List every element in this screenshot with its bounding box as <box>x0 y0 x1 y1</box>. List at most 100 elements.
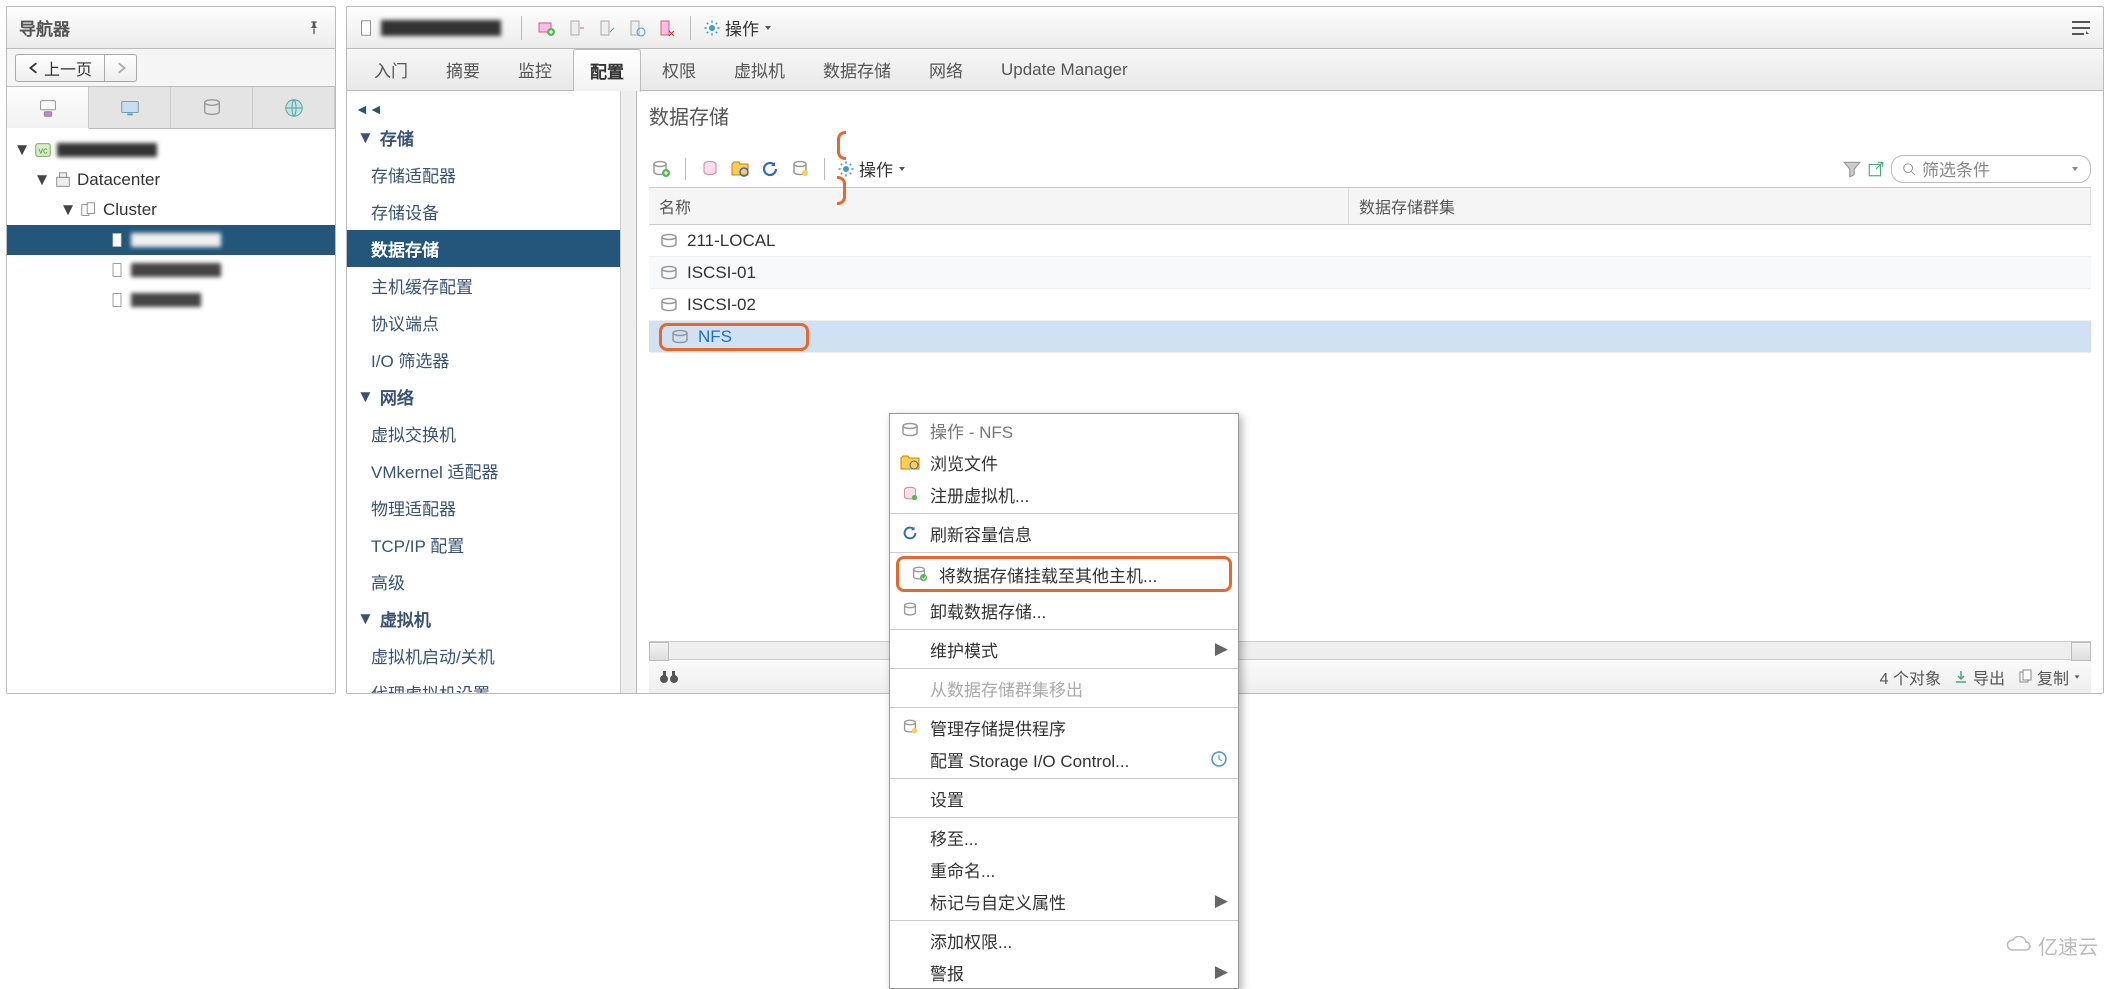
unmount-icon <box>900 600 920 620</box>
vms-templates-tab[interactable] <box>89 87 171 128</box>
shutdown-host-icon[interactable] <box>594 16 618 40</box>
ctx-storage-io-control[interactable]: 配置 Storage I/O Control... <box>890 743 1238 775</box>
ctx-tags[interactable]: 标记与自定义属性▶ <box>890 885 1238 917</box>
tree-host-label <box>131 293 201 307</box>
table-row-nfs[interactable]: NFS <box>649 321 2091 353</box>
storage-tab[interactable] <box>171 87 253 128</box>
nfs-highlight: NFS <box>659 323 809 351</box>
tree-host-2[interactable] <box>7 285 335 315</box>
expand-icon[interactable]: ▼ <box>15 143 29 157</box>
tree-cluster[interactable]: ▼ Cluster <box>7 195 335 225</box>
table-row[interactable]: ISCSI-01 <box>649 257 2091 289</box>
expand-icon[interactable]: ▼ <box>35 173 49 187</box>
ctx-browse-files[interactable]: 浏览文件 <box>890 446 1238 478</box>
table-row[interactable]: 211-LOCAL <box>649 225 2091 257</box>
ctx-maintenance-mode[interactable]: 维护模式 ▶ <box>890 633 1238 665</box>
sidebar-cat-networking[interactable]: ▼ 网络 <box>347 378 636 415</box>
tab-monitor[interactable]: 监控 <box>501 48 569 91</box>
ctx-mount-datastore[interactable]: 将数据存储挂载至其他主机... <box>899 559 1229 589</box>
sidebar-item-storage-adapters[interactable]: 存储适配器 <box>347 156 636 193</box>
datastore-actions-button[interactable]: 操作 <box>837 156 907 181</box>
ctx-rename[interactable]: 重命名... <box>890 853 1238 885</box>
ctx-add-permission[interactable]: 添加权限... <box>890 924 1238 956</box>
filter-input[interactable]: 筛选条件 <box>1891 155 2091 183</box>
new-datastore-icon[interactable] <box>649 157 673 181</box>
browse-datastore-icon[interactable] <box>728 157 752 181</box>
separator <box>890 513 1238 514</box>
table-row[interactable]: ISCSI-02 <box>649 289 2091 321</box>
sidebar-cat-storage[interactable]: ▼ 存储 <box>347 119 636 156</box>
sidebar-item-datastores[interactable]: 数据存储 <box>347 230 636 267</box>
export-icon[interactable] <box>1867 160 1885 178</box>
reboot-host-icon[interactable] <box>624 16 648 40</box>
tree-host-0[interactable] <box>7 225 335 255</box>
sidebar-item-virtual-switches[interactable]: 虚拟交换机 <box>347 415 636 452</box>
pin-icon[interactable] <box>305 19 323 37</box>
sidebar-item-tcpip[interactable]: TCP/IP 配置 <box>347 526 636 563</box>
export-button[interactable]: 导出 <box>1953 665 2005 689</box>
tree-datacenter[interactable]: ▼ Datacenter <box>7 165 335 195</box>
sidebar-item-io-filters[interactable]: I/O 筛选器 <box>347 341 636 378</box>
sidebar-nav-arrows[interactable]: ◄◄ <box>347 99 636 119</box>
cluster-icon <box>79 201 99 219</box>
sidebar-item-vmkernel-adapters[interactable]: VMkernel 适配器 <box>347 452 636 489</box>
sidebar-item-advanced[interactable]: 高级 <box>347 563 636 600</box>
tab-configure[interactable]: 配置 <box>573 49 641 92</box>
column-name[interactable]: 名称 <box>649 188 1349 224</box>
actions-label: 操作 <box>725 15 759 40</box>
manage-storage-icon[interactable] <box>788 157 812 181</box>
ctx-register-vm[interactable]: 注册虚拟机... <box>890 478 1238 510</box>
tab-summary[interactable]: 摘要 <box>429 48 497 91</box>
ctx-move-to[interactable]: 移至... <box>890 821 1238 853</box>
networking-tab[interactable] <box>253 87 335 128</box>
filter-icon[interactable] <box>1843 160 1861 178</box>
connect-host-icon[interactable] <box>564 16 588 40</box>
horizontal-scrollbar[interactable] <box>649 641 2091 659</box>
forward-button[interactable] <box>105 54 137 82</box>
host-icon <box>107 231 127 249</box>
expand-icon[interactable]: ▼ <box>61 203 75 217</box>
ctx-refresh-capacity[interactable]: 刷新容量信息 <box>890 517 1238 549</box>
ctx-settings[interactable]: 设置 <box>890 782 1238 814</box>
tab-permissions[interactable]: 权限 <box>645 48 713 91</box>
tab-networks[interactable]: 网络 <box>912 48 980 91</box>
copy-button[interactable]: 复制 <box>2017 665 2081 689</box>
column-cluster[interactable]: 数据存储群集 <box>1349 188 2091 224</box>
sidebar-item-agent-vm[interactable]: 代理虚拟机设置 <box>347 674 636 693</box>
ctx-remove-from-cluster: 从数据存储群集移出 <box>890 672 1238 704</box>
tab-update-manager[interactable]: Update Manager <box>984 51 1145 89</box>
hosts-clusters-tab[interactable] <box>7 87 89 129</box>
datastore-icon <box>659 233 679 249</box>
tab-getting-started[interactable]: 入门 <box>357 48 425 91</box>
sidebar-item-physical-adapters[interactable]: 物理适配器 <box>347 489 636 526</box>
refresh-icon[interactable] <box>758 157 782 181</box>
navigator-title: 导航器 <box>19 15 70 40</box>
tree-vcenter[interactable]: ▼ vc <box>7 135 335 165</box>
sidebar-item-storage-devices[interactable]: 存储设备 <box>347 193 636 230</box>
ctx-manage-storage-provider[interactable]: 管理存储提供程序 <box>890 711 1238 743</box>
tab-datastores[interactable]: 数据存储 <box>806 48 908 91</box>
ctx-unmount-datastore[interactable]: 卸载数据存储... <box>890 594 1238 626</box>
tab-vms[interactable]: 虚拟机 <box>717 48 802 91</box>
register-vm-icon[interactable] <box>698 157 722 181</box>
new-vm-icon[interactable] <box>534 16 558 40</box>
main-tabs: 入门 摘要 监控 配置 权限 虚拟机 数据存储 网络 Update Manage… <box>347 49 2103 91</box>
disconnect-host-icon[interactable] <box>654 16 678 40</box>
ctx-alarms[interactable]: 警报▶ <box>890 956 1238 988</box>
panel-menu-icon[interactable] <box>2069 16 2093 40</box>
host-actions-button[interactable]: 操作 <box>703 15 773 40</box>
separator <box>690 16 691 40</box>
navigator-back-row: 上一页 <box>7 49 335 87</box>
sidebar-item-protocol-endpoints[interactable]: 协议端点 <box>347 304 636 341</box>
scrollbar[interactable] <box>620 91 636 693</box>
back-button[interactable]: 上一页 <box>15 54 105 82</box>
sidebar-item-host-cache[interactable]: 主机缓存配置 <box>347 267 636 304</box>
sidebar-cat-vm[interactable]: ▼ 虚拟机 <box>347 600 636 637</box>
sidebar-item-vm-startup[interactable]: 虚拟机启动/关机 <box>347 637 636 674</box>
manage-storage-icon <box>900 717 920 737</box>
separator <box>890 817 1238 818</box>
tree-host-label <box>131 233 221 247</box>
ds-actions-label: 操作 <box>859 156 893 181</box>
tree-host-1[interactable] <box>7 255 335 285</box>
binoculars-icon[interactable] <box>659 669 679 685</box>
